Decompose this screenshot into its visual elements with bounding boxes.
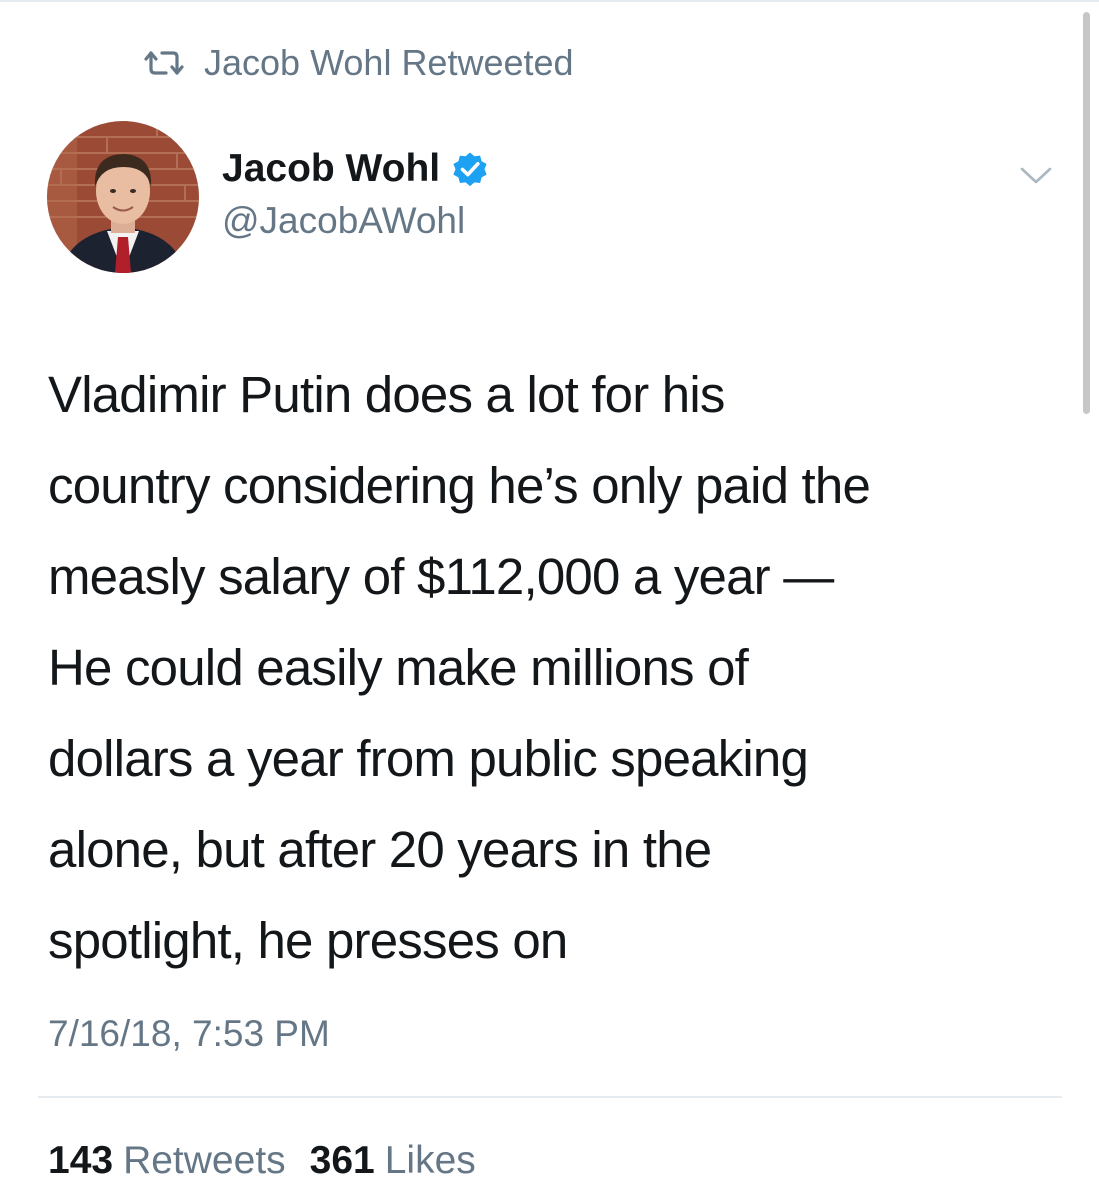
display-name[interactable]: Jacob Wohl: [222, 143, 440, 195]
retweet-count[interactable]: 143: [48, 1133, 113, 1189]
verified-badge-icon: [452, 151, 488, 187]
divider: [38, 1096, 1062, 1098]
chevron-down-icon: [1019, 166, 1053, 191]
retweeted-by-label[interactable]: Jacob Wohl Retweeted: [204, 38, 574, 88]
tweet-line: Vladimir Putin does a lot for his: [48, 366, 725, 423]
tweet-line: measly salary of $112,000 a year —: [48, 548, 834, 605]
tweet-line: alone, but after 20 years in the: [48, 821, 712, 878]
tweet-line: dollars a year from public speaking: [48, 730, 809, 787]
top-border: [0, 0, 1099, 2]
like-count[interactable]: 361: [310, 1133, 375, 1189]
user-handle[interactable]: @JacobAWohl: [222, 196, 465, 246]
author-name-row[interactable]: Jacob Wohl: [222, 143, 488, 195]
tweet-timestamp[interactable]: 7/16/18, 7:53 PM: [48, 1008, 330, 1060]
tweet-line: He could easily make millions of: [48, 639, 749, 696]
retweets-label[interactable]: Retweets: [123, 1133, 286, 1189]
tweet-line: spotlight, he presses on: [48, 912, 568, 969]
retweet-icon: [140, 47, 188, 79]
scrollbar[interactable]: [1083, 12, 1090, 414]
tweet-line: country considering he’s only paid the: [48, 457, 871, 514]
avatar[interactable]: [47, 121, 199, 273]
likes-label[interactable]: Likes: [385, 1133, 476, 1189]
tweet-text: Vladimir Putin does a lot for his countr…: [48, 349, 1068, 986]
tweet-stats: 143 Retweets 361 Likes: [48, 1133, 476, 1189]
social-context: Jacob Wohl Retweeted: [140, 38, 574, 88]
tweet-menu-button[interactable]: [1013, 160, 1059, 196]
